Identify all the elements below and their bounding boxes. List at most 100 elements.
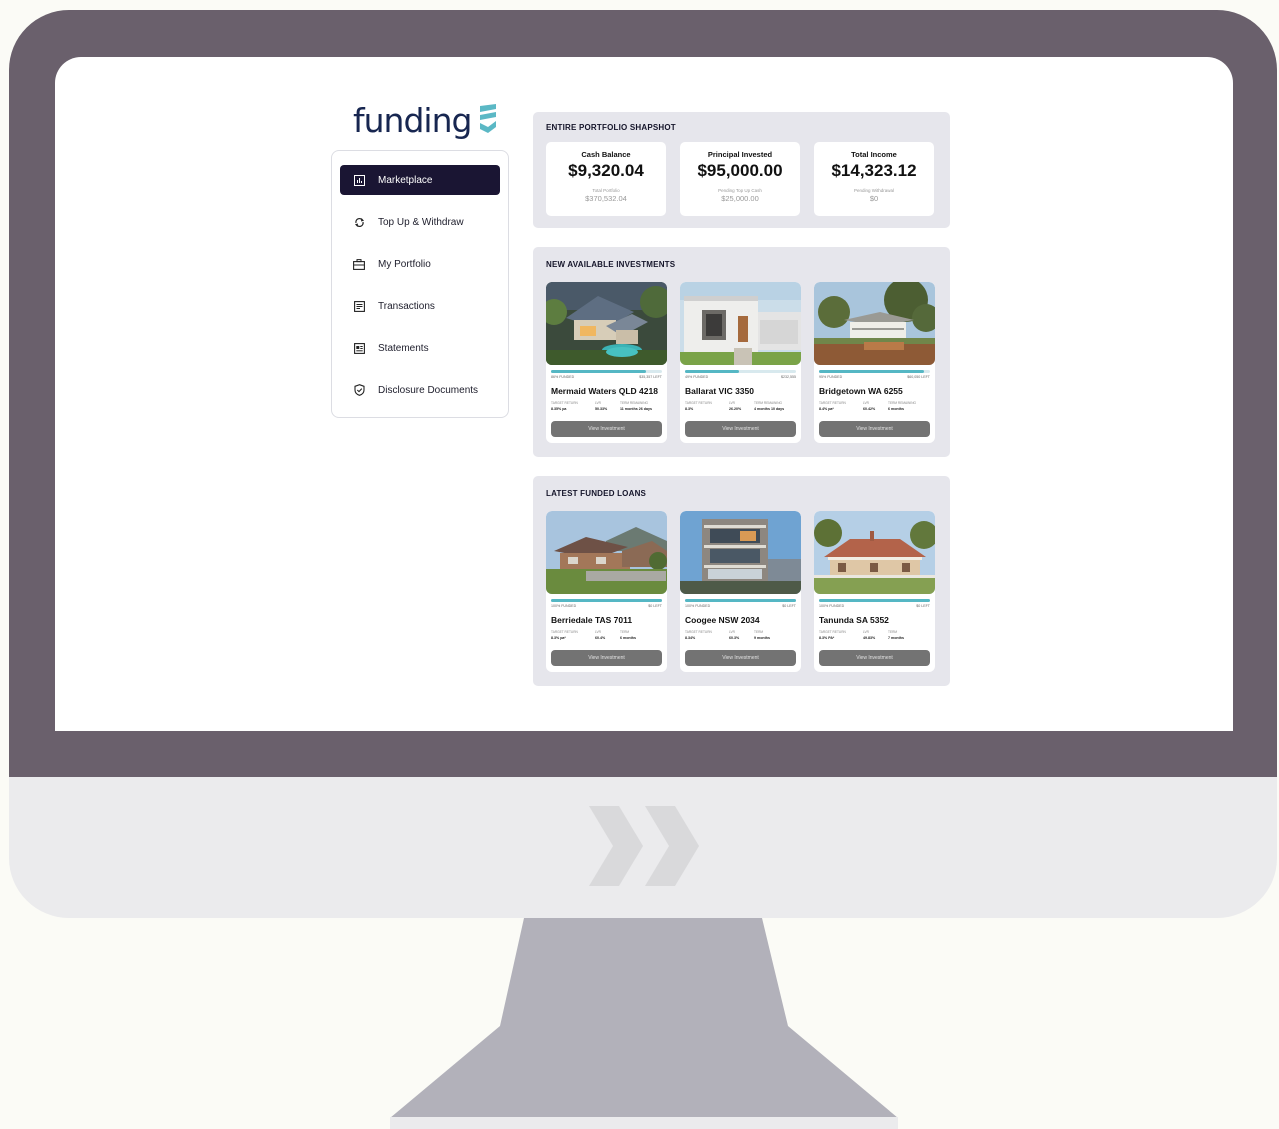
nav-item-transactions[interactable]: Transactions	[340, 291, 500, 321]
target-return-label: TARGET RETURN	[685, 401, 712, 405]
target-return-value: 8.3% pa*	[551, 636, 566, 640]
refresh-icon	[353, 216, 365, 228]
target-return-label: TARGET RETURN	[551, 401, 578, 405]
stat-sub-value: $370,532.04	[585, 194, 627, 203]
briefcase-icon	[353, 258, 365, 270]
monitor-stand	[390, 918, 898, 1118]
stat-value: $14,323.12	[831, 161, 917, 180]
new-investments-panel: NEW AVAILABLE INVESTMENTS 86% FUNDED $35…	[533, 247, 950, 457]
stat-label: Cash Balance	[581, 150, 631, 159]
lvr-value: 49.83%	[863, 636, 876, 640]
target-return-label: TARGET RETURN	[819, 401, 846, 405]
funding-progress-bar	[819, 370, 930, 373]
screen: funding Marketplace Top Up & Withdraw My…	[55, 57, 1233, 731]
investment-card[interactable]: 86% FUNDED $35,357 LEFT Mermaid Waters Q…	[546, 282, 667, 443]
funding-progress-fill	[685, 370, 740, 373]
amount-left: $0 LEFT	[916, 604, 930, 608]
amount-left: $35,357 LEFT	[639, 375, 662, 379]
stat-sub-label: Pending Withdrawal	[853, 188, 895, 193]
view-investment-button[interactable]: View Investment	[819, 421, 930, 437]
funding-progress-fill	[685, 599, 796, 602]
sidebar-nav: Marketplace Top Up & Withdraw My Portfol…	[331, 150, 509, 418]
nav-label: Marketplace	[378, 174, 433, 186]
funded-percent: 95% FUNDED	[819, 375, 843, 379]
snapshot-title: ENTIRE PORTFOLIO SHAPSHOT	[546, 123, 676, 132]
funded-percent: 100% FUNDED	[819, 604, 845, 608]
term-value: 7 months	[888, 636, 904, 640]
stat-sub-label: Total Portfolio	[592, 188, 620, 193]
stat-label: Total Income	[851, 150, 897, 159]
stat-sub-value: $25,000.00	[721, 194, 759, 203]
chart-icon	[353, 174, 365, 186]
statement-icon	[353, 342, 365, 354]
view-investment-button[interactable]: View Investment	[551, 650, 662, 666]
property-photo-modern-villa	[546, 282, 667, 365]
target-return-value: 8.3% PA*	[819, 636, 835, 640]
lvr-value: 60.3%	[729, 636, 740, 640]
nav-label: Statements	[378, 342, 429, 354]
amount-left: $0 LEFT	[648, 604, 662, 608]
funded-loan-card[interactable]: 100% FUNDED $0 LEFT Tanunda SA 5352 TARG…	[814, 511, 935, 672]
stat-sub-label: Pending Top Up Cash	[718, 188, 762, 193]
total-income-stat: Total Income $14,323.12 Pending Withdraw…	[814, 142, 934, 216]
nav-item-disclosure-documents[interactable]: Disclosure Documents	[340, 375, 500, 405]
document-icon	[353, 300, 365, 312]
investment-card[interactable]: 49% FUNDED $232,555 Ballarat VIC 3350 TA…	[680, 282, 801, 443]
property-title: Ballarat VIC 3350	[685, 386, 754, 396]
target-return-value: 8.4% pa*	[819, 407, 834, 411]
nav-label: Disclosure Documents	[378, 384, 479, 396]
target-return-label: TARGET RETURN	[819, 630, 846, 634]
term-value: 4 months 10 days	[754, 407, 785, 411]
nav-item-top-up-withdraw[interactable]: Top Up & Withdraw	[340, 207, 500, 237]
view-investment-button[interactable]: View Investment	[819, 650, 930, 666]
term-label: TERM REMAINING	[754, 401, 782, 405]
logo-chevron-icon	[480, 103, 497, 133]
term-label: TERM REMAINING	[620, 401, 648, 405]
lvr-label: LVR	[729, 401, 735, 405]
funded-loan-card[interactable]: 100% FUNDED $0 LEFT Coogee NSW 2034 TARG…	[680, 511, 801, 672]
amount-left: $60,050 LEFT	[907, 375, 930, 379]
lvr-label: LVR	[863, 401, 869, 405]
view-investment-button[interactable]: View Investment	[685, 650, 796, 666]
lvr-value: 60.42%	[863, 407, 876, 411]
nav-item-my-portfolio[interactable]: My Portfolio	[340, 249, 500, 279]
target-return-label: TARGET RETURN	[551, 630, 578, 634]
property-title: Mermaid Waters QLD 4218	[551, 386, 658, 396]
property-photo-heritage-house	[814, 511, 935, 594]
lvr-value: 60.4%	[595, 636, 606, 640]
nav-item-marketplace[interactable]: Marketplace	[340, 165, 500, 195]
property-photo-country-house	[814, 282, 935, 365]
funding-progress-bar	[551, 370, 662, 373]
term-value: 11 months 26 days	[620, 407, 652, 411]
funding-progress-bar	[685, 599, 796, 602]
stat-value: $95,000.00	[697, 161, 783, 180]
funding-progress-bar	[819, 599, 930, 602]
funding-progress-fill	[551, 370, 647, 373]
property-title: Tanunda SA 5352	[819, 615, 889, 625]
lvr-value: 50.33%	[595, 407, 608, 411]
property-photo-brick-house	[546, 511, 667, 594]
stat-label: Principal Invested	[707, 150, 773, 159]
cash-balance-stat: Cash Balance $9,320.04 Total Portfolio $…	[546, 142, 666, 216]
funded-percent: 49% FUNDED	[685, 375, 709, 379]
funded-percent: 100% FUNDED	[685, 604, 711, 608]
funded-loan-card[interactable]: 100% FUNDED $0 LEFT Berriedale TAS 7011 …	[546, 511, 667, 672]
nav-label: Top Up & Withdraw	[378, 216, 464, 228]
investment-card[interactable]: 95% FUNDED $60,050 LEFT Bridgetown WA 62…	[814, 282, 935, 443]
funding-progress-fill	[551, 599, 662, 602]
funded-percent: 100% FUNDED	[551, 604, 577, 608]
principal-invested-stat: Principal Invested $95,000.00 Pending To…	[680, 142, 800, 216]
lvr-value: 26.20%	[729, 407, 742, 411]
funding-progress-fill	[819, 370, 925, 373]
nav-item-statements[interactable]: Statements	[340, 333, 500, 363]
term-label: TERM	[888, 630, 898, 634]
funded-loans-title: LATEST FUNDED LOANS	[546, 489, 647, 498]
amount-left: $232,555	[781, 375, 796, 379]
nav-label: My Portfolio	[378, 258, 431, 270]
term-label: TERM REMAINING	[888, 401, 916, 405]
property-title: Coogee NSW 2034	[685, 615, 760, 625]
new-investments-title: NEW AVAILABLE INVESTMENTS	[546, 260, 676, 269]
view-investment-button[interactable]: View Investment	[685, 421, 796, 437]
view-investment-button[interactable]: View Investment	[551, 421, 662, 437]
lvr-label: LVR	[863, 630, 869, 634]
